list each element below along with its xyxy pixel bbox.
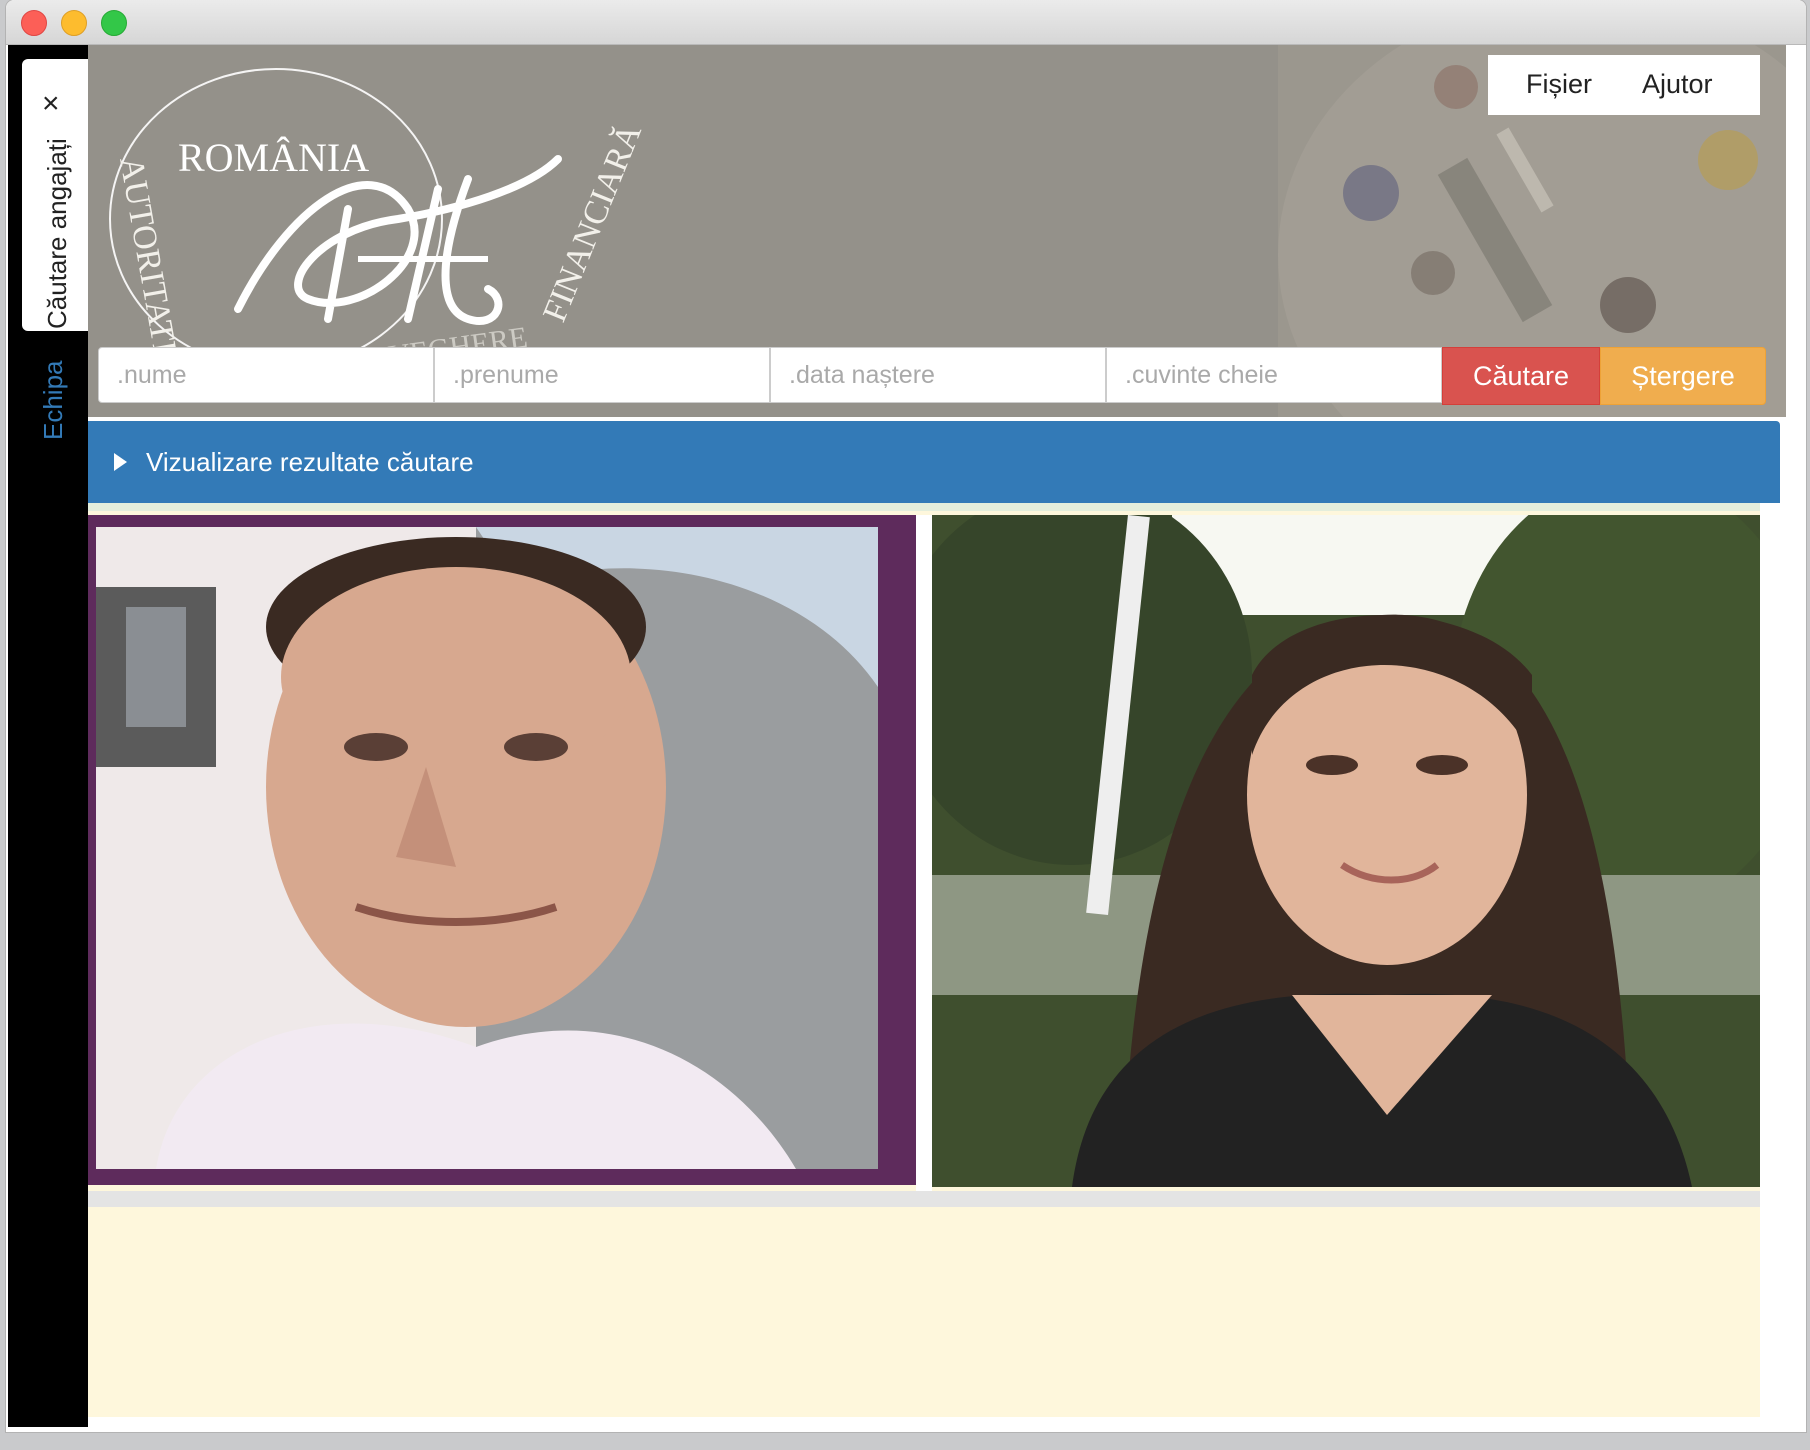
menu-bar: Fișier Ajutor xyxy=(1488,55,1760,115)
clear-button[interactable]: Ștergere xyxy=(1600,347,1766,405)
right-margin xyxy=(1760,503,1786,1425)
menu-fisier[interactable]: Fișier xyxy=(1526,69,1592,100)
data-nastere-input[interactable] xyxy=(770,347,1106,403)
results-panel-toggle[interactable]: Vizualizare rezultate căutare xyxy=(88,421,1780,503)
tab-cautare-angajati[interactable]: × Căutare angajați xyxy=(22,59,88,331)
header-banner: ROMÂNIA AUTORITATEA FINANCIARĂ SUPRAVEGH… xyxy=(88,45,1786,417)
tab-label: Căutare angajați xyxy=(42,138,72,329)
results-panel-title: Vizualizare rezultate căutare xyxy=(146,447,474,477)
man-portrait-image xyxy=(96,527,878,1169)
main-content: ROMÂNIA AUTORITATEA FINANCIARĂ SUPRAVEGH… xyxy=(88,45,1806,1432)
close-icon[interactable]: × xyxy=(42,89,60,119)
minimize-window-button[interactable] xyxy=(61,10,87,36)
woman-portrait-image xyxy=(932,515,1760,1187)
results-content xyxy=(88,503,1760,1425)
divider xyxy=(88,503,1760,511)
employee-photo-1-image xyxy=(96,527,878,1169)
tab-echipa[interactable]: Echipa xyxy=(38,361,69,441)
svg-text:ROMÂNIA: ROMÂNIA xyxy=(178,135,369,180)
sidebar: × Căutare angajați Echipa xyxy=(8,45,88,1427)
nume-input[interactable] xyxy=(98,347,434,403)
employee-photo-2[interactable] xyxy=(932,515,1760,1187)
svg-text:FINANCIARĂ: FINANCIARĂ xyxy=(536,118,648,327)
employee-photo-1[interactable] xyxy=(88,515,916,1185)
photo-gap xyxy=(916,515,932,1191)
app-window: × Căutare angajați Echipa ROMÂNIA AUTORI… xyxy=(6,0,1806,1432)
close-window-button[interactable] xyxy=(21,10,47,36)
prenume-input[interactable] xyxy=(434,347,770,403)
caret-right-icon xyxy=(114,453,127,471)
bottom-margin xyxy=(88,1417,1806,1432)
cuvinte-cheie-input[interactable] xyxy=(1106,347,1442,403)
scrollbar-track[interactable] xyxy=(88,1191,1760,1207)
search-button[interactable]: Căutare xyxy=(1442,347,1600,405)
zoom-window-button[interactable] xyxy=(101,10,127,36)
title-bar xyxy=(6,0,1806,45)
menu-ajutor[interactable]: Ajutor xyxy=(1642,69,1713,100)
